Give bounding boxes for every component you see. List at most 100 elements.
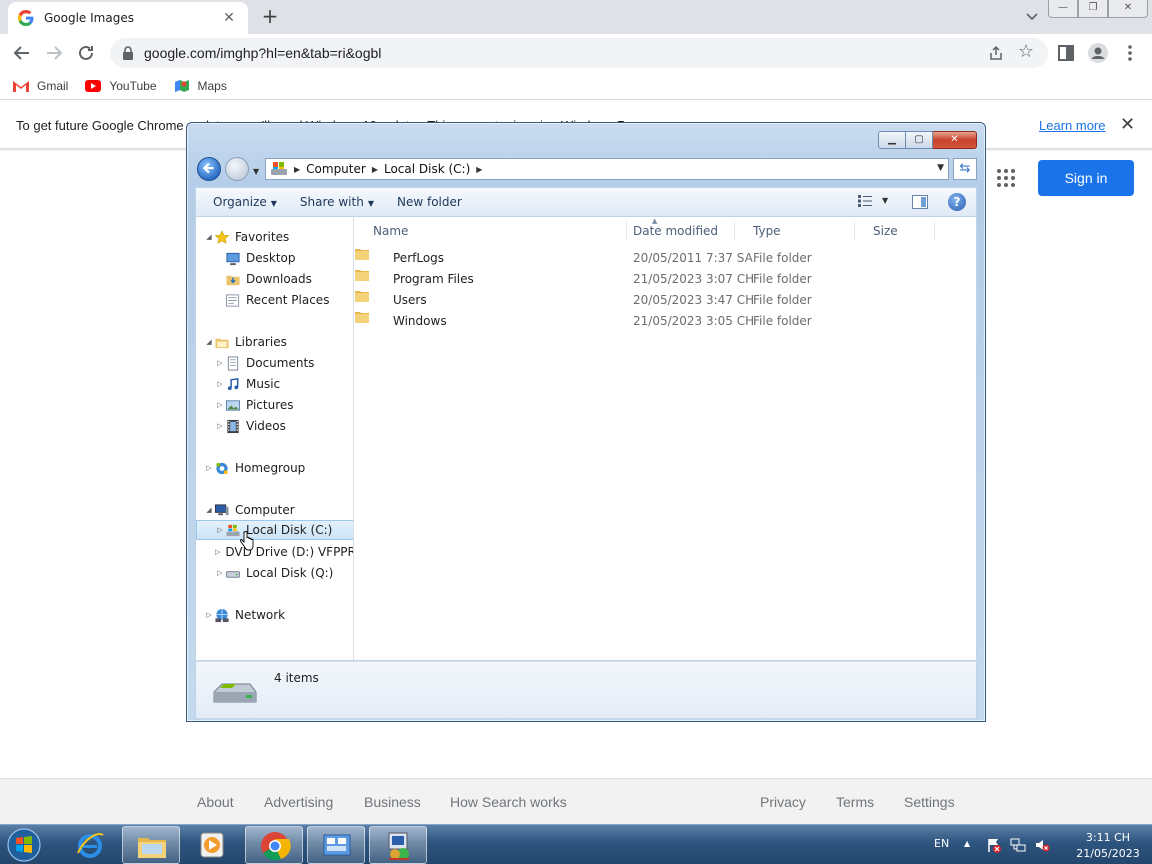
breadcrumb-computer[interactable]: Computer [306,162,366,176]
collapsed-triangle-icon[interactable]: ▷ [215,548,220,556]
system-clock[interactable]: 3:11 CH 21/05/2023 [1066,830,1150,862]
nav-local-disk-q[interactable]: ▷ Local Disk (Q:) [196,563,353,583]
file-row-windows[interactable]: Windows 21/05/2023 3:05 CH File folder [355,311,976,332]
footer-terms-link[interactable]: Terms [836,794,874,810]
view-options-dropdown-icon[interactable]: ▼ [882,196,888,205]
column-header-type[interactable]: Type [735,221,855,241]
explorer-minimize-button[interactable]: ▁ [878,131,906,149]
close-button[interactable]: ✕ [1108,0,1148,18]
explorer-address-bar[interactable]: ▶ Computer ▶ Local Disk (C:) ▶ ▼ [265,158,949,180]
lock-icon[interactable] [122,46,134,60]
network-status-icon[interactable] [1010,837,1026,853]
restore-button[interactable]: ❐ [1078,0,1108,18]
reload-icon[interactable] [75,42,97,64]
file-row-perflogs[interactable]: PerfLogs 20/05/2011 7:37 SA File folder [355,248,976,269]
start-orb-icon[interactable] [4,826,44,864]
tab-google-images[interactable]: Google Images ✕ [8,2,248,34]
new-tab-button[interactable]: + [258,6,282,28]
collapsed-triangle-icon[interactable]: ▷ [215,380,225,388]
nav-homegroup[interactable]: ▷ Homegroup [196,458,353,478]
collapsed-triangle-icon[interactable]: ▷ [215,359,225,367]
taskbar-windows-explorer[interactable] [122,826,180,864]
explorer-back-button[interactable] [197,157,221,181]
expanded-triangle-icon[interactable]: ◢ [204,506,214,514]
expanded-triangle-icon[interactable]: ◢ [204,338,214,346]
column-header-name[interactable]: Name [355,221,627,241]
collapsed-triangle-icon[interactable]: ▷ [215,401,225,409]
change-view-icon[interactable] [858,195,872,207]
side-panel-icon[interactable] [1055,42,1077,64]
bookmark-star-icon[interactable]: ☆ [1018,43,1034,61]
nav-local-disk-c[interactable]: ▷ Local Disk (C:) [196,520,353,540]
show-hidden-icons-arrow-icon[interactable]: ▲ [964,839,970,848]
collapsed-triangle-icon[interactable]: ▷ [204,611,214,619]
address-dropdown-icon[interactable]: ▼ [937,163,944,173]
nav-music[interactable]: ▷ Music [196,374,353,394]
bookmark-youtube[interactable]: YouTube [84,79,157,93]
nav-network[interactable]: ▷ Network [196,605,353,625]
nav-libraries[interactable]: ◢ Libraries [196,332,353,352]
preview-pane-icon[interactable] [912,195,928,209]
explorer-maximize-button[interactable]: ▢ [906,131,933,149]
new-folder-button[interactable]: New folder [397,195,462,209]
expanded-triangle-icon[interactable]: ◢ [204,233,214,241]
nav-pictures[interactable]: ▷ Pictures [196,395,353,415]
footer-how-search-works-link[interactable]: How Search works [450,794,567,810]
breadcrumb-local-disk[interactable]: Local Disk (C:) [384,162,470,176]
infobar-close-icon[interactable]: ✕ [1120,114,1135,135]
taskbar-google-chrome[interactable] [245,826,303,864]
collapsed-triangle-icon[interactable]: ▷ [215,422,225,430]
profile-avatar-icon[interactable] [1087,42,1109,64]
breadcrumb-separator-icon[interactable]: ▶ [294,165,300,174]
footer-privacy-link[interactable]: Privacy [760,794,806,810]
url-text[interactable]: google.com/imghp?hl=en&tab=ri&ogbl [144,45,381,61]
input-language-indicator[interactable]: EN [934,837,949,850]
file-row-program-files[interactable]: Program Files 21/05/2023 3:07 CH File fo… [355,269,976,290]
taskbar-internet-explorer[interactable] [61,826,119,864]
nav-dvd-drive-d[interactable]: ▷ DVD Drive (D:) VFPPR [196,542,353,562]
nav-videos[interactable]: ▷ Videos [196,416,353,436]
learn-more-link[interactable]: Learn more [1039,118,1105,133]
menu-kebab-icon[interactable] [1119,42,1141,64]
collapsed-triangle-icon[interactable]: ▷ [215,526,225,534]
collapsed-triangle-icon[interactable]: ▷ [215,569,225,577]
breadcrumb-separator-icon[interactable]: ▶ [372,165,378,174]
taskbar-control-panel[interactable] [307,826,365,864]
action-center-flag-icon[interactable] [986,837,1002,853]
back-arrow-icon[interactable] [11,42,33,64]
footer-business-link[interactable]: Business [364,794,421,810]
column-header-size[interactable]: Size [855,221,935,241]
nav-recent-places[interactable]: Recent Places [196,290,353,310]
tab-close-icon[interactable]: ✕ [220,10,238,26]
share-with-button[interactable]: Share with ▼ [300,195,374,209]
taskbar-setup-program[interactable] [369,826,427,864]
nav-downloads[interactable]: Downloads [196,269,353,289]
footer-about-link[interactable]: About [197,794,234,810]
footer-advertising-link[interactable]: Advertising [264,794,333,810]
nav-documents[interactable]: ▷ Documents [196,353,353,373]
explorer-forward-button[interactable] [225,157,249,181]
footer-settings-link[interactable]: Settings [904,794,955,810]
taskbar-media-player[interactable] [183,826,241,864]
bookmark-maps[interactable]: Maps [173,79,227,93]
nav-favorites[interactable]: ◢ Favorites [196,227,353,247]
minimize-button[interactable]: — [1048,0,1078,18]
tab-search-chevron-icon[interactable] [1022,8,1042,26]
breadcrumb-separator-icon[interactable]: ▶ [476,165,482,174]
refresh-icon[interactable]: ⇆ [953,158,977,180]
nav-computer[interactable]: ◢ Computer [196,500,353,520]
column-header-date-modified[interactable]: Date modified [615,221,735,241]
collapsed-triangle-icon[interactable]: ▷ [204,464,214,472]
explorer-close-button[interactable]: ✕ [933,131,977,149]
nav-desktop[interactable]: Desktop [196,248,353,268]
share-icon[interactable] [988,45,1004,61]
volume-muted-icon[interactable] [1034,837,1050,853]
help-icon[interactable]: ? [948,193,966,211]
forward-arrow-icon[interactable] [43,42,65,64]
google-apps-grid-icon[interactable] [996,168,1016,188]
sign-in-button[interactable]: Sign in [1038,160,1134,196]
bookmark-gmail[interactable]: Gmail [12,79,68,93]
organize-button[interactable]: Organize ▼ [213,195,277,209]
file-row-users[interactable]: Users 20/05/2023 3:47 CH File folder [355,290,976,311]
address-bar[interactable]: google.com/imghp?hl=en&tab=ri&ogbl ☆ [110,38,1048,68]
